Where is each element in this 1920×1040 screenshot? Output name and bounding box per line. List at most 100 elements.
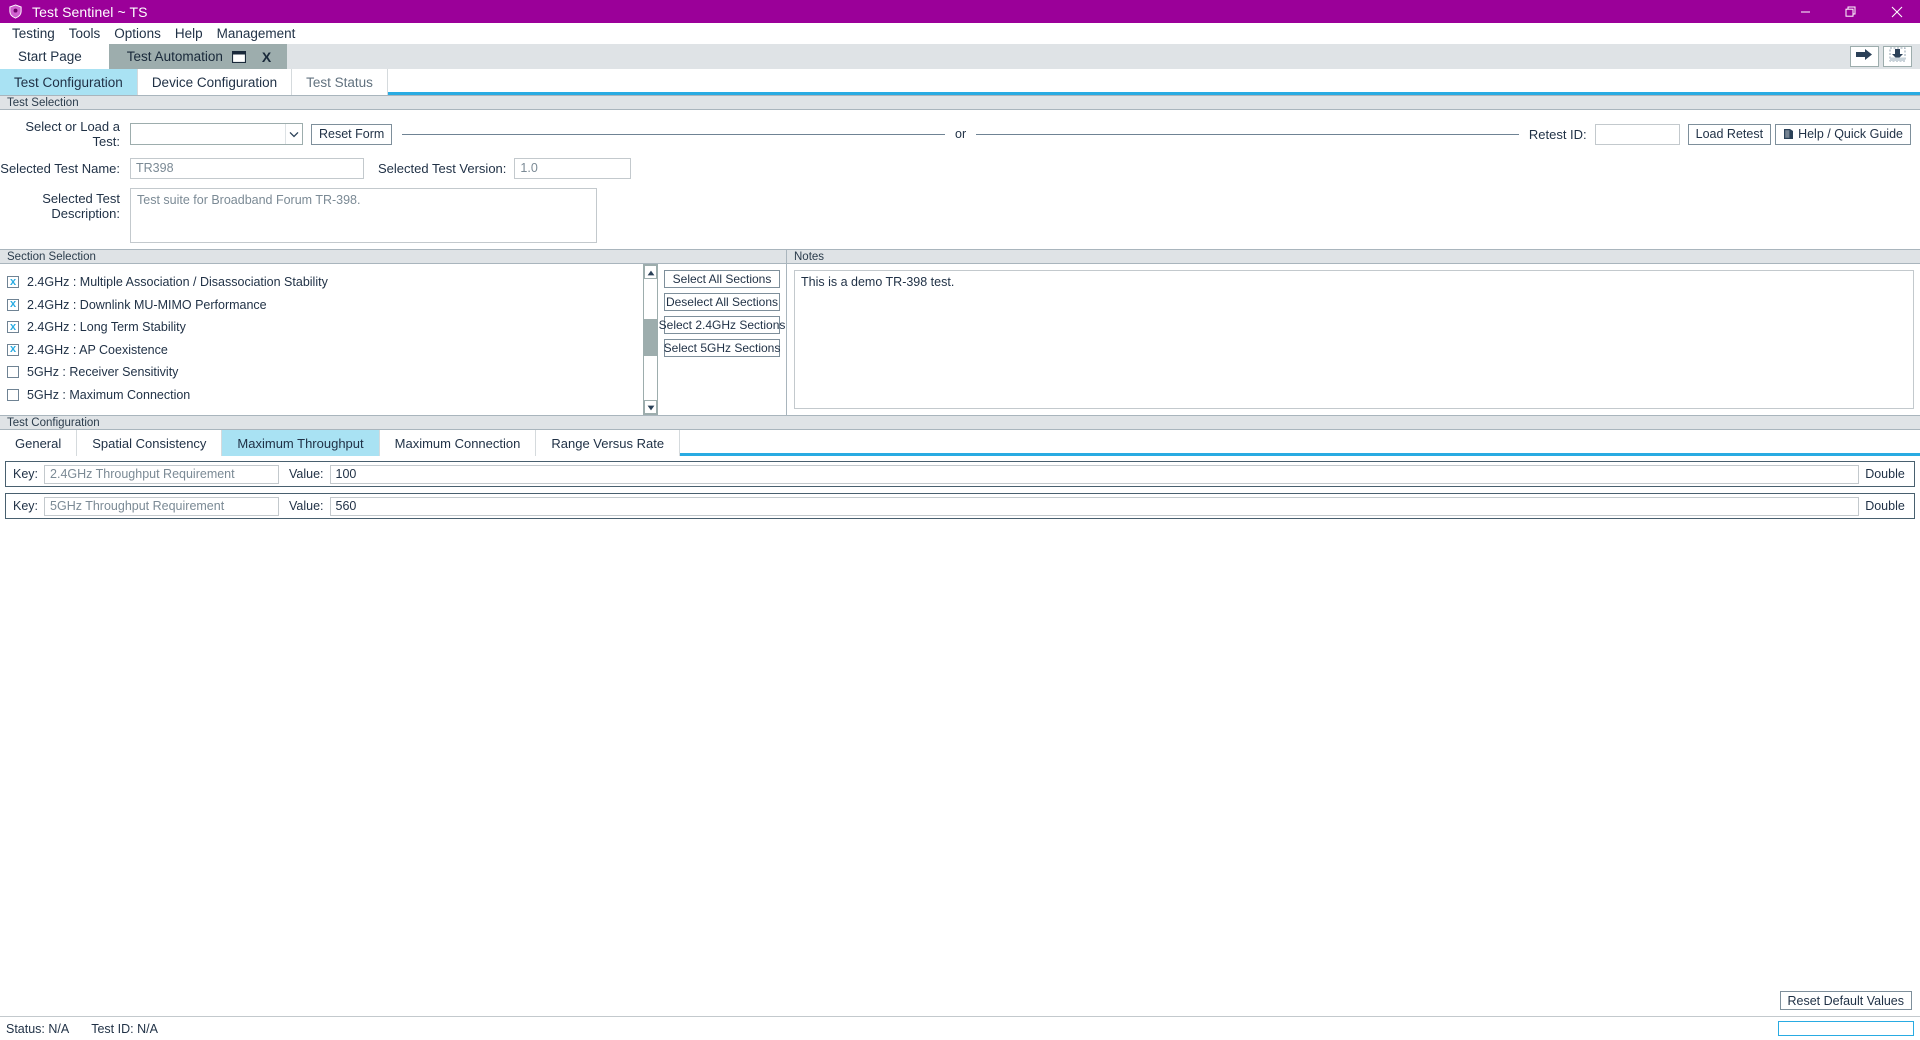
menu-item-options[interactable]: Options [107,23,168,44]
close-button[interactable] [1874,0,1920,23]
progress-bar [1778,1021,1914,1036]
notes-body: This is a demo TR-398 test. [787,264,1920,415]
application-window: Test Sentinel ~ TS Testing Tools Options… [0,0,1920,1040]
section-checkbox[interactable]: x [7,321,19,334]
section-checkbox[interactable]: x [7,298,19,311]
section-label: 5GHz : Receiver Sensitivity [27,365,179,380]
retest-id-label: Retest ID: [1528,126,1587,142]
or-label: or [955,127,967,141]
section-checkbox[interactable]: x [7,276,19,289]
key-label: Key: [13,467,39,481]
book-icon [1783,128,1794,140]
selected-test-description-textarea[interactable]: Test suite for Broadband Forum TR-398. [130,188,597,243]
minimize-button[interactable] [1782,0,1828,23]
group-header-section-selection: Section Selection [0,249,786,264]
parameter-key-input[interactable]: 5GHz Throughput Requirement [44,496,280,516]
section-action-buttons: Select All Sections Deselect All Section… [658,264,786,415]
tab-maximum-connection[interactable]: Maximum Connection [379,430,537,456]
section-checkbox[interactable] [7,388,19,401]
scroll-track[interactable] [644,279,657,400]
menu-item-help[interactable]: Help [168,23,210,44]
page-tab-filler [388,69,1920,92]
menu-item-tools[interactable]: Tools [62,23,108,44]
parameter-list: Key: 2.4GHz Throughput Requirement Value… [0,456,1920,525]
maximize-button[interactable] [1828,0,1874,23]
tab-device-configuration[interactable]: Device Configuration [137,69,293,95]
scroll-down-button[interactable] [644,400,657,414]
tab-maximum-throughput[interactable]: Maximum Throughput [222,430,380,456]
page-tab-bar: Test Configuration Device Configuration … [0,69,1920,95]
selected-test-name-input[interactable]: TR398 [130,158,364,179]
doc-tab-start-page[interactable]: Start Page [0,44,109,69]
key-label: Key: [13,499,39,513]
run-next-button[interactable] [1850,46,1879,67]
test-configuration-footer: Reset Default Values [0,991,1920,1016]
doc-tab-test-automation-label: Test Automation [126,49,223,64]
parameter-value-input[interactable]: 560 [329,496,1859,516]
chevron-down-icon[interactable] [285,124,302,144]
scroll-up-button[interactable] [644,265,657,279]
arrow-right-icon [1856,48,1873,66]
select-5ghz-sections-button[interactable]: Select 5GHz Sections [664,339,780,357]
notes-textarea[interactable]: This is a demo TR-398 test. [794,270,1914,409]
help-quick-guide-button[interactable]: Help / Quick Guide [1775,123,1911,145]
test-configuration-panel: General Spatial Consistency Maximum Thro… [0,430,1920,1016]
section-item[interactable]: 5GHz : Maximum Connection [1,384,642,407]
section-list-scrollbar[interactable] [643,264,658,415]
tab-range-versus-rate[interactable]: Range Versus Rate [536,430,681,456]
section-checkbox[interactable] [7,366,19,379]
notes-panel: Notes This is a demo TR-398 test. [786,249,1920,415]
value-label: Value: [289,499,324,513]
arrow-down-tray-icon [1889,47,1906,67]
scroll-thumb[interactable] [644,319,657,356]
select-all-sections-button[interactable]: Select All Sections [664,270,780,288]
group-header-test-selection: Test Selection [0,95,1920,110]
section-item[interactable]: x 2.4GHz : Multiple Association / Disass… [1,271,642,294]
tab-test-status[interactable]: Test Status [292,69,388,95]
test-configuration-tab-bar: General Spatial Consistency Maximum Thro… [0,430,1920,456]
parameter-value-input[interactable]: 100 [329,464,1859,484]
section-checkbox[interactable]: x [7,343,19,356]
select-or-load-label: Select or Load a Test: [25,119,120,149]
section-label: 5GHz : Maximum Connection [27,387,191,402]
reset-default-values-button[interactable]: Reset Default Values [1779,991,1912,1010]
doc-tab-test-automation[interactable]: Test Automation X [108,44,288,69]
section-item[interactable]: 5GHz : Receiver Sensitivity [1,361,642,384]
divider-right [976,133,1519,135]
section-item[interactable]: x 2.4GHz : AP Coexistence [1,339,642,362]
selected-test-version-label: Selected Test Version: [378,161,507,176]
deselect-all-sections-button[interactable]: Deselect All Sections [664,293,780,311]
document-toolbar [1850,44,1920,69]
section-list: x 2.4GHz : Multiple Association / Disass… [0,264,643,415]
title-bar: Test Sentinel ~ TS [0,0,1920,23]
menu-bar: Testing Tools Options Help Management [0,23,1920,44]
document-tab-strip: Start Page Test Automation X [0,44,1920,69]
parameter-key-input[interactable]: 2.4GHz Throughput Requirement [44,464,280,484]
selected-test-name-label: Selected Test Name: [0,161,120,176]
section-item[interactable]: x 2.4GHz : Long Term Stability [1,316,642,339]
load-retest-button[interactable]: Load Retest [1687,123,1772,145]
select-24ghz-sections-button[interactable]: Select 2.4GHz Sections [659,316,785,334]
reset-form-button[interactable]: Reset Form [311,123,393,145]
tab-spatial-consistency[interactable]: Spatial Consistency [77,430,223,456]
status-bar: Status: N/A Test ID: N/A [0,1016,1920,1040]
parameter-row: Key: 5GHz Throughput Requirement Value: … [5,493,1915,519]
test-configuration-tab-filler [680,430,1920,453]
selected-test-version-input[interactable]: 1.0 [514,158,632,179]
window-restore-icon[interactable] [231,50,246,63]
doc-tab-close-icon[interactable]: X [256,49,277,65]
menu-item-testing[interactable]: Testing [5,23,62,44]
app-shield-icon [4,1,26,23]
retest-id-input[interactable] [1594,123,1680,145]
section-item[interactable]: x 2.4GHz : Downlink MU-MIMO Performance [1,294,642,317]
save-download-button[interactable] [1883,46,1912,67]
section-label: 2.4GHz : Long Term Stability [27,320,186,335]
tab-test-configuration[interactable]: Test Configuration [0,69,138,95]
section-label: 2.4GHz : AP Coexistence [27,342,168,357]
section-and-notes-row: Section Selection x 2.4GHz : Multiple As… [0,249,1920,415]
select-or-load-test-combobox[interactable] [130,123,303,145]
test-selection-body: Select or Load a Test: Reset Form or Ret… [0,110,1920,249]
test-id-text: Test ID: N/A [91,1021,158,1036]
tab-general[interactable]: General [0,430,78,456]
menu-item-management[interactable]: Management [210,23,303,44]
